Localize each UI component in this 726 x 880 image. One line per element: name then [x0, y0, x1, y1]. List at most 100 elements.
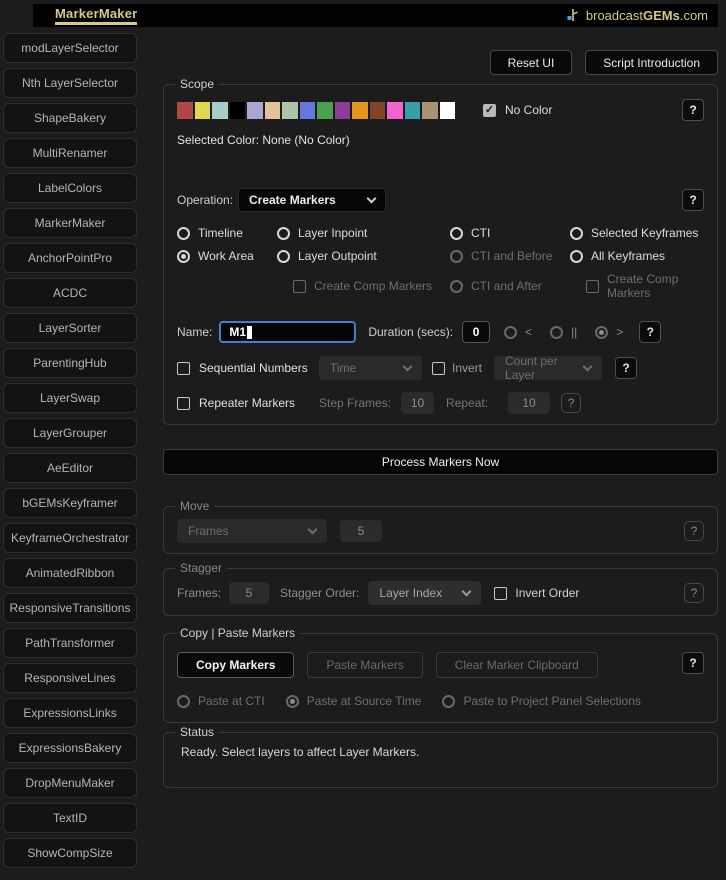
- copy-paste-buttons: Copy Markers Paste Markers Clear Marker …: [177, 652, 704, 678]
- radio-layer-outpoint[interactable]: Layer Outpoint: [277, 249, 450, 263]
- invert-order-checkbox[interactable]: [494, 586, 508, 600]
- radio-paste-at-cti[interactable]: Paste at CTI: [177, 694, 265, 708]
- clear-marker-clipboard-button[interactable]: Clear Marker Clipboard: [435, 652, 598, 678]
- no-color-label: No Color: [505, 103, 553, 117]
- sidebar-item-anchorpointpro[interactable]: AnchorPointPro: [3, 243, 137, 273]
- marker-name-input[interactable]: M1: [219, 321, 357, 343]
- move-panel: Move Frames 5 ?: [163, 499, 718, 554]
- swatch-aqua[interactable]: [212, 101, 228, 119]
- operation-help-button[interactable]: ?: [682, 189, 704, 211]
- stagger-frames-input[interactable]: 5: [229, 582, 270, 604]
- checkbox-icon: [293, 279, 306, 293]
- radio-timeline[interactable]: Timeline: [177, 226, 277, 240]
- radio-work-area[interactable]: Work Area: [177, 249, 277, 263]
- sidebar-item-aeeditor[interactable]: AeEditor: [3, 453, 137, 483]
- swatch-black[interactable]: [229, 101, 245, 119]
- stagger-order-select[interactable]: Layer Index: [368, 581, 482, 605]
- swatch-sea-foam[interactable]: [282, 101, 298, 119]
- sidebar-item-animatedribbon[interactable]: AnimatedRibbon: [3, 558, 137, 588]
- sidebar-item-textid[interactable]: TextID: [3, 803, 137, 833]
- sidebar-item-acdc[interactable]: ACDC: [3, 278, 137, 308]
- swatch-cyan[interactable]: [404, 101, 420, 119]
- radio-cti-and-before[interactable]: CTI and Before: [450, 249, 570, 263]
- repeater-markers-checkbox[interactable]: [177, 396, 190, 410]
- radio-all-keyframes[interactable]: All Keyframes: [570, 249, 704, 263]
- script-introduction-button[interactable]: Script Introduction: [585, 50, 718, 75]
- copy-markers-button[interactable]: Copy Markers: [177, 652, 295, 678]
- top-actions: Reset UI Script Introduction: [163, 50, 718, 75]
- duration-label: Duration (secs):: [368, 325, 454, 339]
- checkbox-create-comp-markers-left[interactable]: Create Comp Markers: [277, 272, 450, 300]
- radio-duration-center[interactable]: ||: [550, 325, 577, 339]
- swatch-white[interactable]: [439, 101, 455, 119]
- sidebar-item-responsivelines[interactable]: ResponsiveLines: [3, 663, 137, 693]
- sidebar-item-shapebakery[interactable]: ShapeBakery: [3, 103, 137, 133]
- sidebar-item-layergrouper[interactable]: LayerGrouper: [3, 418, 137, 448]
- radio-paste-at-source-time[interactable]: Paste at Source Time: [285, 694, 421, 708]
- radio-icon: [177, 226, 190, 240]
- sequential-mode-select[interactable]: Time: [319, 356, 422, 380]
- sidebar-item-labelcolors[interactable]: LabelColors: [3, 173, 137, 203]
- sidebar-item-dropmenumaker[interactable]: DropMenuMaker: [3, 768, 137, 798]
- swatch-peach[interactable]: [264, 101, 280, 119]
- step-frames-input[interactable]: 10: [401, 392, 435, 414]
- sidebar-item-layerswap[interactable]: LayerSwap: [3, 383, 137, 413]
- no-color-checkbox[interactable]: ✓: [483, 103, 496, 117]
- radio-paste-to-project-panel[interactable]: Paste to Project Panel Selections: [442, 694, 641, 708]
- sidebar-item-layersorter[interactable]: LayerSorter: [3, 313, 137, 343]
- sidebar-item-markermaker[interactable]: MarkerMaker: [3, 208, 137, 238]
- swatch-red[interactable]: [177, 101, 193, 119]
- radio-cti[interactable]: CTI: [450, 226, 570, 240]
- radio-selected-keyframes[interactable]: Selected Keyframes: [570, 226, 704, 240]
- swatch-blue[interactable]: [299, 101, 315, 119]
- repeater-markers-label: Repeater Markers: [199, 396, 296, 410]
- sidebar-item-parentinghub[interactable]: ParentingHub: [3, 348, 137, 378]
- radio-duration-before[interactable]: <: [504, 325, 532, 339]
- checkbox-create-comp-markers-right[interactable]: Create Comp Markers: [570, 272, 704, 300]
- swatch-yellow[interactable]: [194, 101, 210, 119]
- name-duration-help-button[interactable]: ?: [639, 321, 662, 343]
- repeater-help-button[interactable]: ?: [561, 393, 582, 413]
- stagger-help-button[interactable]: ?: [684, 583, 704, 603]
- paste-mode-radios: Paste at CTI Paste at Source Time Paste …: [177, 694, 704, 708]
- reset-ui-button[interactable]: Reset UI: [489, 50, 573, 75]
- radio-layer-inpoint[interactable]: Layer Inpoint: [277, 226, 450, 240]
- repeat-input[interactable]: 10: [508, 392, 551, 414]
- sidebar-item-multirenamer[interactable]: MultiRenamer: [3, 138, 137, 168]
- swatch-orange[interactable]: [352, 101, 368, 119]
- sidebar-item-bgemskeyframer[interactable]: bGEMsKeyframer: [3, 488, 137, 518]
- move-amount-input[interactable]: 5: [340, 520, 382, 542]
- move-help-button[interactable]: ?: [684, 521, 704, 541]
- radio-cti-and-after[interactable]: CTI and After: [450, 272, 570, 300]
- move-unit-select[interactable]: Frames: [177, 519, 327, 543]
- paste-markers-button[interactable]: Paste Markers: [307, 652, 423, 678]
- swatch-sandstone[interactable]: [422, 101, 438, 119]
- sequential-help-button[interactable]: ?: [615, 357, 638, 379]
- sidebar-item-keyframeorchestrator[interactable]: KeyframeOrchestrator: [3, 523, 137, 553]
- sidebar-item-expressionsbakery[interactable]: ExpressionsBakery: [3, 733, 137, 763]
- scope-help-button[interactable]: ?: [682, 99, 704, 121]
- process-markers-button[interactable]: Process Markers Now: [163, 449, 718, 475]
- radio-icon: [277, 249, 290, 263]
- swatch-brown[interactable]: [369, 101, 385, 119]
- copy-paste-help-button[interactable]: ?: [682, 652, 704, 674]
- sequential-numbers-checkbox[interactable]: [177, 361, 190, 375]
- chevron-down-icon: [582, 361, 593, 371]
- app-logo: MarkerMaker: [55, 6, 138, 25]
- sidebar-item-responsivetransitions[interactable]: ResponsiveTransitions: [3, 593, 137, 623]
- invert-checkbox[interactable]: [432, 361, 445, 375]
- sidebar-item-pathtransformer[interactable]: PathTransformer: [3, 628, 137, 658]
- sidebar-item-showcompsize[interactable]: ShowCompSize: [3, 838, 137, 868]
- operation-select[interactable]: Create Markers: [238, 188, 386, 212]
- repeat-label: Repeat:: [446, 396, 489, 410]
- swatch-purple[interactable]: [334, 101, 350, 119]
- swatch-fuchsia[interactable]: [387, 101, 403, 119]
- sidebar-item-modlayerselector[interactable]: modLayerSelector: [3, 33, 137, 63]
- sidebar-item-nth-layerselector[interactable]: Nth LayerSelector: [3, 68, 137, 98]
- count-mode-select[interactable]: Count per Layer: [494, 354, 603, 382]
- duration-input[interactable]: 0: [462, 321, 491, 343]
- swatch-lavender[interactable]: [247, 101, 263, 119]
- swatch-green[interactable]: [317, 101, 333, 119]
- sidebar-item-expressionslinks[interactable]: ExpressionsLinks: [3, 698, 137, 728]
- radio-duration-after[interactable]: >: [595, 325, 623, 339]
